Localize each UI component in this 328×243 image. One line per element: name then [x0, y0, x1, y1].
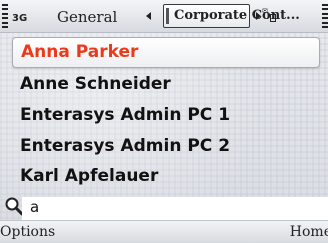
- tab-corporate-contacts[interactable]: Corporate Cont...: [163, 4, 300, 28]
- network-indicator: 3G: [12, 13, 28, 24]
- home-softkey[interactable]: Home: [290, 224, 328, 240]
- list-item[interactable]: Anna Parker: [12, 37, 320, 68]
- tab-corporate-contacts-label: Corporate Cont...: [174, 8, 300, 23]
- list-item[interactable]: Karl Apfelauer: [12, 161, 320, 192]
- list-item[interactable]: Enterasys Admin PC 1: [12, 100, 320, 131]
- search-input-value: a: [30, 198, 40, 216]
- status-tab-bar: 3G General Corporate Cont... ✉: [0, 0, 328, 33]
- list-item[interactable]: Anne Schneider: [12, 69, 320, 100]
- phonebook-screen: 3G General Corporate Cont... ✉ Anna Park…: [0, 0, 328, 243]
- tab-general[interactable]: General: [57, 8, 117, 26]
- options-softkey[interactable]: Options: [0, 224, 55, 240]
- tab-left-arrow-icon[interactable]: [146, 12, 151, 20]
- indicator-icon: [270, 14, 276, 22]
- search-input[interactable]: a: [22, 197, 328, 220]
- message-icon: ✉: [262, 7, 268, 15]
- softkey-bar: Options Home: [0, 220, 328, 243]
- signal-icon: [2, 4, 8, 28]
- search-icon: [5, 197, 24, 216]
- list-item[interactable]: Enterasys Admin PC 2: [12, 131, 320, 162]
- battery-icon: [322, 4, 328, 28]
- tab-right-arrow-icon[interactable]: [256, 12, 261, 20]
